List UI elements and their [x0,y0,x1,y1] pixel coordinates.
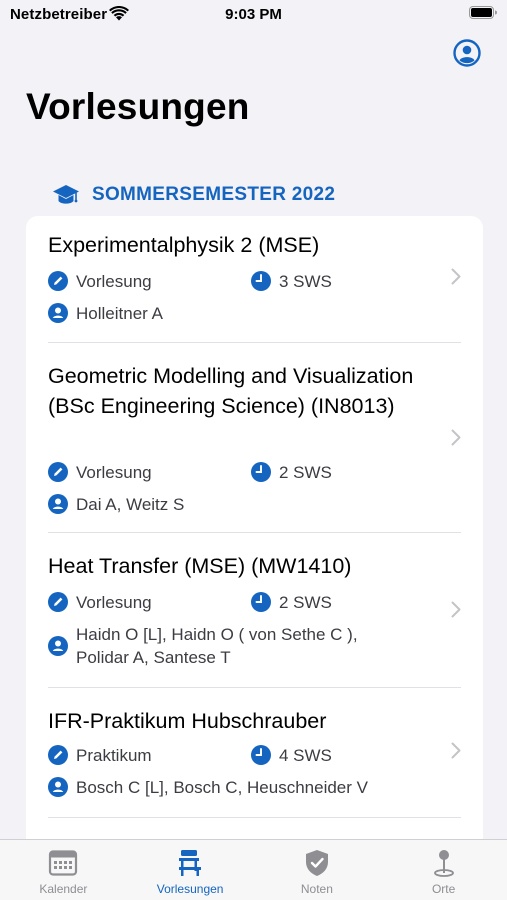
lecture-sws-label: 4 SWS [279,746,332,765]
graduation-cap-icon [53,185,79,204]
tab-label: Kalender [39,882,88,896]
clock-icon [251,745,271,765]
screen: Netzbetreiber 9:03 PM Vorlesungen SOMMER… [0,0,507,900]
lecture-sws: 2 SWS [251,591,332,614]
lecture-lecturers: Bosch C [L], Bosch C, Heuschneider V [48,776,368,799]
lecture-type-label: Vorlesung [76,272,152,291]
lecture-row[interactable]: IFR-Praktikum Hubschrauber Praktikum 4 S… [26,688,483,818]
tab-label: Noten [300,882,333,896]
tab-noten[interactable]: Noten [254,840,381,900]
pencil-circle-icon [48,745,68,765]
lecture-lecturers: Haidn O [L], Haidn O ( von Sethe C ), Po… [48,623,398,669]
lecture-list: Experimentalphysik 2 (MSE) Vorlesung 3 S… [26,216,483,900]
page-title: Vorlesungen [26,86,250,127]
tab-bar: Kalender Vorlesungen Noten Orte [0,839,507,900]
map-pin-icon [433,850,454,877]
chevron-right-icon [451,742,461,759]
lecture-lecturers-label: Holleitner A [76,304,163,323]
tab-label: Vorlesungen [156,882,224,896]
status-bar: Netzbetreiber 9:03 PM [0,0,507,30]
pencil-circle-icon [48,462,68,482]
tab-kalender[interactable]: Kalender [0,840,127,900]
tab-vorlesungen[interactable]: Vorlesungen [127,840,254,900]
clock-time: 9:03 PM [225,6,282,23]
lecture-type: Vorlesung [48,461,152,484]
lecture-sws: 3 SWS [251,270,332,293]
tab-label: Orte [431,882,456,896]
lecture-sws: 4 SWS [251,744,332,767]
lecture-sws-label: 3 SWS [279,272,332,291]
lecture-sws: 2 SWS [251,461,332,484]
lecture-lecturers: Holleitner A [48,302,163,325]
lecture-lecturers-label: Haidn O [L], Haidn O ( von Sethe C ), Po… [76,625,358,667]
lecture-sws-label: 2 SWS [279,593,332,612]
tab-orte[interactable]: Orte [380,840,507,900]
person-circle-icon [48,303,68,323]
lecture-title: Experimentalphysik 2 (MSE) [48,233,320,257]
person-circle-icon [48,494,68,514]
lecture-lecturers-label: Bosch C [L], Bosch C, Heuschneider V [76,778,368,797]
shield-check-icon [305,850,328,876]
lecture-title: IFR-Praktikum Hubschrauber [48,709,327,733]
lecture-title: Heat Transfer (MSE) (MW1410) [48,554,352,578]
chevron-right-icon [451,268,461,285]
lecture-lecturers-label: Dai A, Weitz S [76,495,185,514]
row-divider [48,817,461,818]
lecture-type-label: Vorlesung [76,593,152,612]
battery-icon [469,6,497,19]
lecture-lecturers: Dai A, Weitz S [48,493,184,516]
section-title: SOMMERSEMESTER 2022 [92,184,336,205]
lecture-type: Vorlesung [48,591,152,614]
lecture-title: Geometric Modelling and Visualization (B… [48,364,414,418]
clock-icon [251,271,271,291]
lecture-type-label: Vorlesung [76,463,152,482]
lecture-type: Vorlesung [48,270,152,293]
lecture-type: Praktikum [48,744,152,767]
person-circle-icon [48,636,68,656]
lecture-desk-icon [179,850,202,876]
person-circle-icon [48,777,68,797]
profile-button[interactable] [453,39,481,67]
clock-icon [251,592,271,612]
lecture-row[interactable]: Experimentalphysik 2 (MSE) Vorlesung 3 S… [26,216,483,343]
chevron-right-icon [451,601,461,618]
chevron-right-icon [451,429,461,446]
lecture-type-label: Praktikum [76,746,152,765]
calendar-icon [49,850,78,876]
clock-icon [251,462,271,482]
lecture-row[interactable]: Geometric Modelling and Visualization (B… [26,343,483,533]
lecture-row[interactable]: Heat Transfer (MSE) (MW1410) Vorlesung 2… [26,533,483,688]
pencil-circle-icon [48,271,68,291]
lecture-sws-label: 2 SWS [279,463,332,482]
pencil-circle-icon [48,592,68,612]
section-header: SOMMERSEMESTER 2022 [52,180,335,210]
